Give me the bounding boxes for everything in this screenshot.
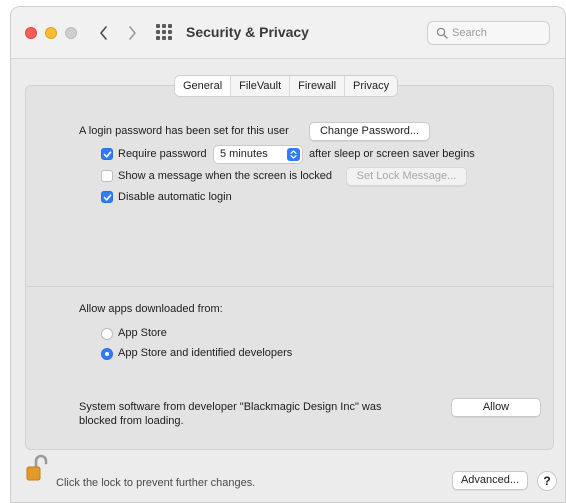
require-password-delay-select[interactable]: 5 minutes <box>213 145 303 164</box>
app-store-label: App Store <box>118 327 167 339</box>
allow-button[interactable]: Allow <box>451 398 541 417</box>
tab-firewall[interactable]: Firewall <box>290 76 346 96</box>
require-password-delay-value: 5 minutes <box>220 148 268 160</box>
set-lock-message-button: Set Lock Message... <box>346 167 467 186</box>
tab-general[interactable]: General <box>175 76 232 96</box>
disable-auto-login-checkbox[interactable] <box>101 191 113 203</box>
disable-auto-login-label: Disable automatic login <box>118 191 232 203</box>
preferences-window: Security & Privacy General FileVault Fir… <box>10 6 566 503</box>
lock-button[interactable] <box>25 454 49 482</box>
chevron-right-icon <box>129 26 136 40</box>
require-password-suffix: after sleep or screen saver begins <box>309 148 475 160</box>
checkmark-icon <box>103 194 112 201</box>
blocked-software-text-line2: blocked from loading. <box>79 415 184 427</box>
zoom-window-button[interactable] <box>65 27 77 39</box>
show-message-checkbox[interactable] <box>101 170 113 182</box>
tab-bar: General FileVault Firewall Privacy <box>174 75 399 97</box>
forward-button[interactable] <box>121 21 143 45</box>
allow-apps-heading: Allow apps downloaded from: <box>79 303 223 315</box>
show-message-label: Show a message when the screen is locked <box>118 170 333 182</box>
advanced-button[interactable]: Advanced... <box>452 471 528 490</box>
general-panel: A login password has been set for this u… <box>25 85 554 450</box>
show-all-grid-icon[interactable] <box>156 24 174 42</box>
checkmark-icon <box>103 151 112 158</box>
identified-developers-label: App Store and identified developers <box>118 347 293 359</box>
tab-filevault[interactable]: FileVault <box>231 76 291 96</box>
identified-developers-radio[interactable] <box>101 348 113 360</box>
app-store-radio[interactable] <box>101 328 113 340</box>
unlocked-padlock-icon <box>26 454 48 481</box>
blocked-software-text-line1: System software from developer "Blackmag… <box>79 401 382 413</box>
lock-hint-text: Click the lock to prevent further change… <box>56 477 256 489</box>
tab-privacy[interactable]: Privacy <box>345 76 398 96</box>
search-field[interactable] <box>427 21 550 45</box>
chevron-updown-icon <box>287 148 300 161</box>
require-password-label: Require password <box>118 148 207 160</box>
section-divider <box>26 286 553 287</box>
titlebar: Security & Privacy <box>11 7 565 59</box>
chevron-left-icon <box>100 26 107 40</box>
search-input[interactable] <box>452 25 544 41</box>
search-icon <box>436 27 448 39</box>
minimize-window-button[interactable] <box>45 27 57 39</box>
close-window-button[interactable] <box>25 27 37 39</box>
login-password-text: A login password has been set for this u… <box>79 125 289 137</box>
change-password-button[interactable]: Change Password... <box>309 122 430 141</box>
window-title: Security & Privacy <box>186 24 309 40</box>
help-button[interactable]: ? <box>537 471 557 491</box>
require-password-checkbox[interactable] <box>101 148 113 160</box>
back-button[interactable] <box>93 21 115 45</box>
